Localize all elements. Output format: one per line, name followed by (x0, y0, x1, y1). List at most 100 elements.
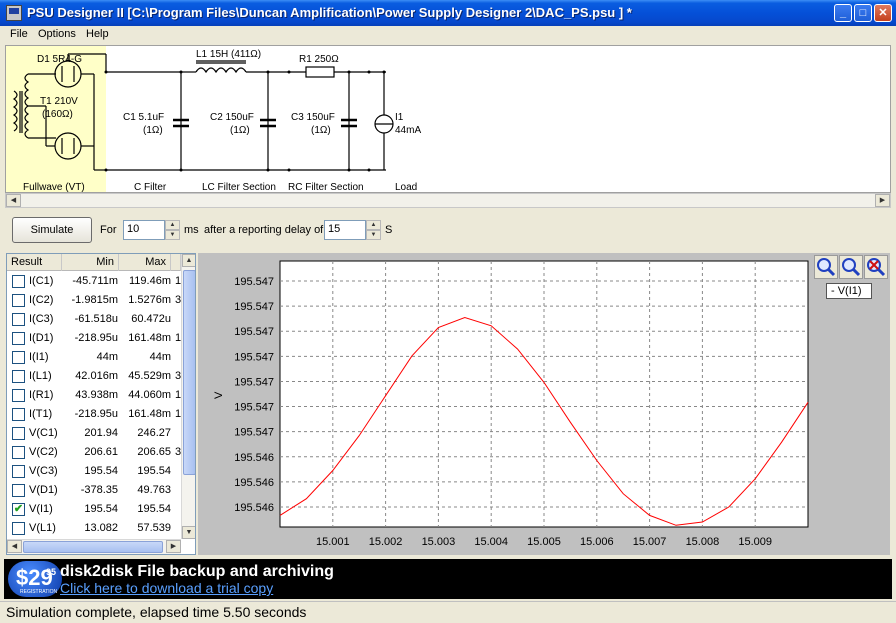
minimize-button[interactable]: _ (834, 4, 852, 22)
result-checkbox[interactable] (12, 351, 25, 364)
y-tick-label: 195.546 (234, 502, 274, 514)
result-max: 195.54 (137, 465, 171, 477)
result-checkbox[interactable] (12, 484, 25, 497)
result-checkbox[interactable] (12, 446, 25, 459)
plot-panel[interactable]: 195.547 195.547 195.547 195.547 195.547 195.5… (198, 253, 890, 555)
list-item[interactable]: I(C3) -61.518u 60.472u (7, 310, 181, 329)
list-item[interactable]: I(D1) -218.95u 161.48m 1 (7, 329, 181, 348)
duration-spinner[interactable]: ▲ ▼ (165, 220, 180, 240)
result-min: -61.518u (74, 313, 118, 325)
zoom-in-button[interactable] (814, 255, 838, 279)
list-item[interactable]: V(C1) 201.94 246.27 (7, 424, 181, 443)
lc-filter-section-label: LC Filter Section (202, 182, 276, 193)
scroll-thumb[interactable] (183, 270, 195, 475)
menu-help[interactable]: Help (86, 28, 109, 40)
list-item[interactable]: ✔ V(I1) 195.54 195.54 (7, 500, 181, 519)
scroll-up-button[interactable]: ▲ (182, 254, 195, 267)
title-bar[interactable]: PSU Designer II [C:\Program Files\Duncan… (0, 0, 896, 26)
spin-up-icon[interactable]: ▲ (165, 220, 180, 230)
result-checkbox[interactable] (12, 427, 25, 440)
c3-esr: (1Ω) (311, 125, 331, 136)
minimize-icon: _ (839, 7, 847, 19)
scroll-left-button[interactable]: ◀ (6, 194, 21, 207)
scroll-down-button[interactable]: ▼ (182, 526, 195, 539)
menu-bar: File Options Help (0, 26, 896, 44)
spin-down-icon[interactable]: ▼ (366, 230, 381, 240)
schematic-horizontal-scrollbar[interactable]: ◀ ▶ (5, 193, 891, 208)
voltage-chart[interactable]: 195.547 195.547 195.547 195.547 195.547 195.5… (198, 253, 890, 555)
spin-up-icon[interactable]: ▲ (366, 220, 381, 230)
ad-banner[interactable]: $29 95 REGISTRATION disk2disk File backu… (4, 559, 892, 599)
result-min: -218.95u (74, 332, 118, 344)
menu-file[interactable]: File (10, 28, 28, 40)
result-checkbox[interactable] (12, 522, 25, 535)
duration-input[interactable]: 10 (123, 220, 165, 240)
result-max: 206.65 (137, 446, 171, 458)
list-item[interactable]: I(R1) 43.938m 44.060m 1 (7, 386, 181, 405)
zoom-out-button[interactable] (839, 255, 863, 279)
result-min: 195.54 (84, 465, 118, 477)
col-extra[interactable] (171, 254, 181, 271)
banner-title: disk2disk File backup and archiving (60, 563, 334, 580)
c3-label: C3 150uF (291, 112, 335, 123)
y-axis-label: V (213, 391, 225, 399)
zoom-in-icon (817, 258, 836, 277)
result-checkbox[interactable] (12, 332, 25, 345)
delay-input[interactable]: 15 (324, 220, 366, 240)
scroll-right-button[interactable]: ▶ (875, 194, 890, 207)
list-item[interactable]: V(C2) 206.61 206.65 3 (7, 443, 181, 462)
result-checkbox[interactable] (12, 370, 25, 383)
menu-options[interactable]: Options (38, 28, 76, 40)
simulate-button[interactable]: Simulate (12, 217, 92, 243)
col-result[interactable]: Result (7, 254, 62, 271)
y-tick-label: 195.546 (234, 477, 274, 489)
result-max: 161.48m (128, 332, 171, 344)
price-badge[interactable]: $29 95 REGISTRATION (8, 561, 62, 597)
resistor-symbol[interactable] (305, 66, 335, 78)
result-checkbox[interactable] (12, 408, 25, 421)
zoom-reset-button[interactable] (864, 255, 888, 279)
list-item[interactable]: I(I1) 44m 44m (7, 348, 181, 367)
inductor-symbol[interactable] (195, 60, 247, 74)
spin-down-icon[interactable]: ▼ (165, 230, 180, 240)
result-checkbox[interactable] (12, 313, 25, 326)
result-checkbox[interactable] (12, 275, 25, 288)
close-button[interactable]: ✕ (874, 4, 892, 22)
x-tick-label: 15.007 (633, 536, 667, 548)
y-tick-label: 195.547 (234, 276, 274, 288)
result-checkbox[interactable] (12, 294, 25, 307)
results-vertical-scrollbar[interactable]: ▲ ▼ (181, 254, 195, 539)
app-icon[interactable] (6, 5, 22, 21)
result-min: 44m (96, 351, 118, 363)
list-item[interactable]: V(D1) -378.35 49.763 (7, 481, 181, 500)
maximize-button[interactable]: □ (854, 4, 872, 22)
result-checkbox[interactable]: ✔ (12, 503, 25, 516)
schematic-canvas[interactable]: D1 5R4-G T1 210V (160Ω) Fullwave (VT) C1… (5, 45, 891, 193)
r1-label: R1 250Ω (299, 54, 339, 65)
scroll-thumb[interactable] (23, 541, 163, 553)
col-max[interactable]: Max (119, 254, 171, 271)
list-item[interactable]: I(L1) 42.016m 45.529m 3 (7, 367, 181, 386)
app-window: PSU Designer II [C:\Program Files\Duncan… (0, 0, 896, 623)
transformer-impedance: (160Ω) (42, 109, 73, 120)
result-checkbox[interactable] (12, 389, 25, 402)
list-item[interactable]: I(C1) -45.711m 119.46m 1 (7, 272, 181, 291)
results-header: Result Min Max (7, 254, 181, 271)
scroll-left-button[interactable]: ◀ (7, 540, 22, 553)
current-source-symbol[interactable] (374, 114, 394, 134)
col-min[interactable]: Min (62, 254, 119, 271)
list-item[interactable]: I(T1) -218.95u 161.48m 1 (7, 405, 181, 424)
x-tick-label: 15.006 (580, 536, 614, 548)
list-item[interactable]: I(C2) -1.9815m 1.5276m 3 (7, 291, 181, 310)
scroll-right-button[interactable]: ▶ (166, 540, 181, 553)
x-tick-label: 15.003 (422, 536, 456, 548)
delay-spinner[interactable]: ▲ ▼ (366, 220, 381, 240)
result-checkbox[interactable] (12, 465, 25, 478)
list-item[interactable]: V(C3) 195.54 195.54 (7, 462, 181, 481)
results-horizontal-scrollbar[interactable]: ◀ ▶ (7, 539, 181, 554)
results-list[interactable]: Result Min Max I(C1) -45.711m 119.46m 1 I(C2… (6, 253, 196, 555)
for-label: For (100, 224, 117, 236)
list-item[interactable]: V(L1) 13.082 57.539 (7, 519, 181, 538)
download-trial-link[interactable]: Click here to download a trial copy (60, 580, 273, 596)
x-tick-label: 15.002 (369, 536, 403, 548)
